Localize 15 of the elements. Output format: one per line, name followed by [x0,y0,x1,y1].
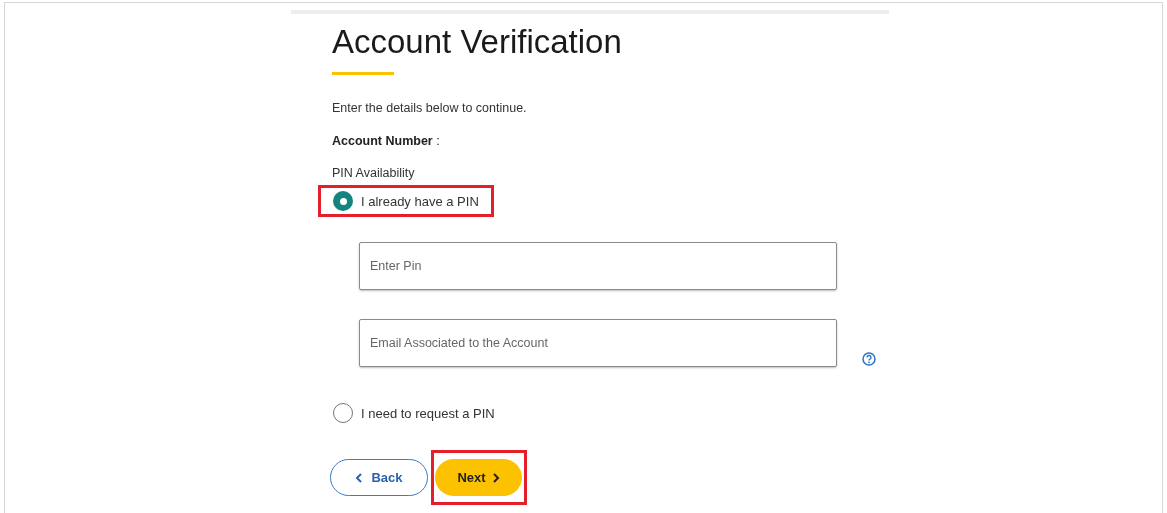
radio-option[interactable]: I already have a PIN [333,191,479,212]
radio-option[interactable]: I need to request a PIN [333,403,495,424]
instruction-text: Enter the details below to continue. [332,100,527,117]
chevron-left-icon [355,472,364,483]
back-button[interactable]: Back [330,459,428,497]
input-field[interactable]: Enter Pin [359,242,837,291]
account-number-label: Account Number : [332,132,440,150]
help-icon[interactable] [862,352,876,367]
chevron-right-icon [491,472,500,483]
radio-button[interactable] [333,403,353,424]
input-field[interactable]: Email Associated to the Account [359,319,837,368]
page-title: Account Verification [332,22,622,62]
pin-availability-label: PIN Availability [332,164,415,182]
radio-button[interactable] [333,191,353,212]
next-button[interactable]: Next [435,459,522,497]
